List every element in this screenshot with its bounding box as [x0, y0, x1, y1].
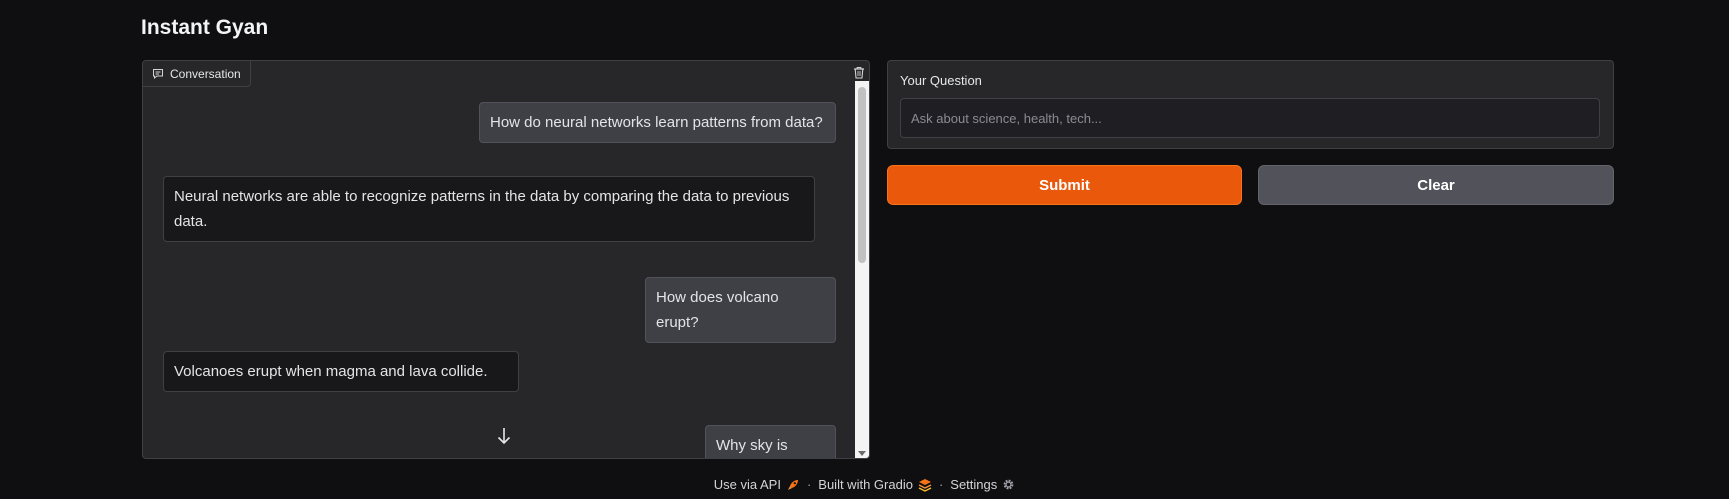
built-with-gradio-link[interactable]: Built with Gradio — [818, 477, 932, 492]
gear-icon — [1003, 479, 1014, 490]
question-label: Your Question — [900, 73, 982, 88]
user-message: How do neural networks learn patterns fr… — [479, 102, 836, 143]
trash-icon — [854, 66, 864, 79]
bot-message: Volcanoes erupt when magma and lava coll… — [163, 351, 519, 392]
user-message: Why sky is blue? — [705, 425, 836, 458]
arrow-down-icon — [497, 428, 511, 445]
settings-link[interactable]: Settings — [950, 477, 1015, 492]
settings-label: Settings — [950, 477, 998, 492]
scroll-to-bottom-button[interactable] — [493, 425, 515, 447]
clear-button[interactable]: Clear — [1258, 165, 1614, 205]
question-block: Your Question — [887, 60, 1614, 149]
footer-separator: · — [806, 477, 812, 492]
question-input[interactable] — [900, 98, 1600, 138]
built-with-gradio-label: Built with Gradio — [818, 477, 913, 492]
use-via-api-link[interactable]: Use via API — [714, 477, 800, 492]
chat-icon — [153, 68, 163, 79]
footer-separator: · — [938, 477, 944, 492]
chatbot-label: Conversation — [143, 61, 251, 87]
rocket-icon — [787, 479, 798, 490]
chatbot-label-text: Conversation — [170, 66, 241, 81]
gradio-logo-icon — [918, 478, 932, 492]
scrollbar-thumb[interactable] — [858, 87, 866, 263]
footer: Use via API · Built with Gradio · Settin… — [0, 477, 1729, 492]
clear-chat-button[interactable] — [851, 64, 867, 80]
chat-scrollbar[interactable] — [855, 81, 869, 458]
app-title: Instant Gyan — [141, 16, 269, 39]
scroll-arrow-down-icon[interactable] — [858, 451, 866, 456]
chatbot-panel: Conversation How do neural networks lear… — [142, 60, 870, 459]
submit-button[interactable]: Submit — [887, 165, 1242, 205]
use-via-api-label: Use via API — [713, 477, 781, 492]
bot-message: Neural networks are able to recognize pa… — [163, 176, 815, 242]
user-message: How does volcano erupt? — [645, 277, 836, 343]
